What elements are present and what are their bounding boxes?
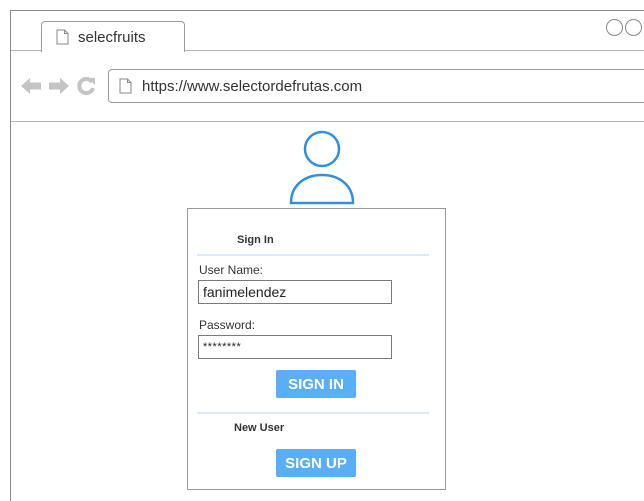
tab-bar: selecfruits [11, 11, 644, 52]
forward-arrow-icon[interactable] [48, 77, 70, 95]
page-icon [119, 78, 132, 94]
username-input[interactable] [198, 280, 392, 304]
signup-button[interactable]: SIGN UP [276, 449, 356, 477]
username-label: User Name: [199, 263, 264, 277]
signin-separator [197, 254, 429, 256]
nav-controls [20, 76, 96, 96]
newuser-separator [197, 412, 429, 414]
url-text: https://www.selectordefrutas.com [142, 77, 363, 95]
window-controls [606, 19, 644, 36]
tab-title: selecfruits [78, 28, 146, 46]
refresh-icon[interactable] [76, 76, 96, 96]
address-bar[interactable]: https://www.selectordefrutas.com [108, 69, 644, 103]
password-label: Password: [199, 318, 256, 332]
maximize-button[interactable] [625, 19, 642, 36]
user-avatar-icon [289, 130, 355, 205]
browser-tab[interactable]: selecfruits [41, 21, 185, 52]
password-input[interactable] [198, 335, 392, 359]
login-panel: Sign In User Name: Password: SIGN IN New… [187, 208, 446, 490]
browser-toolbar: https://www.selectordefrutas.com [11, 52, 644, 122]
document-icon [56, 29, 69, 45]
signin-button[interactable]: SIGN IN [276, 370, 356, 398]
back-arrow-icon[interactable] [20, 77, 42, 95]
minimize-button[interactable] [606, 19, 623, 36]
signin-title: Sign In [237, 234, 274, 246]
newuser-title: New User [234, 422, 285, 434]
